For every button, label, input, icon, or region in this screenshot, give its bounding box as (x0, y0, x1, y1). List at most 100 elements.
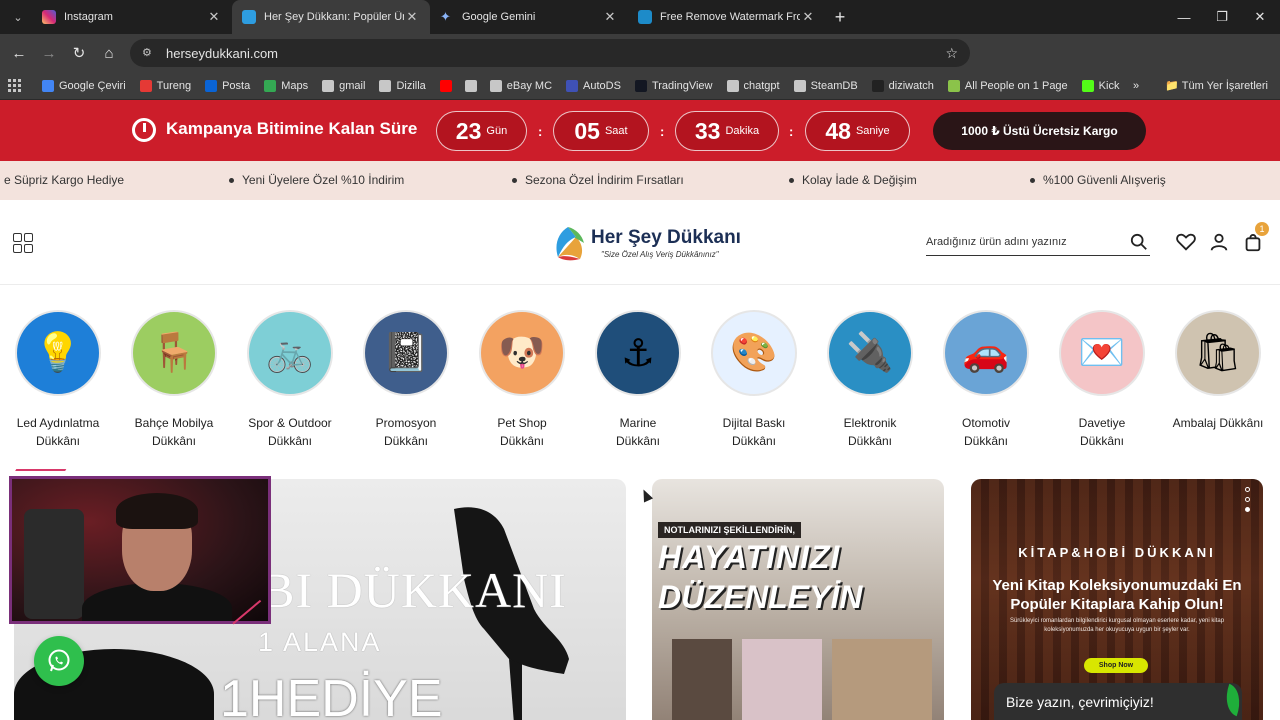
category-image[interactable]: 🛍 (1175, 310, 1261, 396)
tab-google-gemini[interactable]: ✦ Google Gemini ✕ (430, 0, 628, 34)
category-label[interactable]: Otomotiv Dükkânı (928, 414, 1044, 450)
bookmark-item[interactable]: AutoDS (566, 79, 621, 92)
countdown-seconds: 48 Saniye (805, 111, 910, 151)
category-label[interactable]: Marine Dükkânı (580, 414, 696, 450)
forward-button[interactable]: → (34, 45, 64, 62)
category-image[interactable]: 🚗 (943, 310, 1029, 396)
tab-instagram[interactable]: Instagram ✕ (32, 0, 232, 34)
bookmark-item[interactable]: Maps (264, 79, 308, 92)
bookmark-star-icon[interactable]: ☆ (945, 45, 958, 62)
slider-dots[interactable] (1245, 487, 1251, 517)
bookmark-item[interactable]: Dizilla (379, 79, 426, 92)
category-item[interactable]: 📓 Promosyon Dükkânı (348, 310, 464, 450)
tab-search-chevron-icon[interactable]: ⌄ (4, 5, 32, 29)
category-item[interactable]: 🎨 Dijital Baskı Dükkânı (696, 310, 812, 450)
bookmark-label: Kick (1098, 79, 1120, 92)
category-image[interactable]: 🐶 (479, 310, 565, 396)
category-label[interactable]: Led Aydınlatma Dükkânı (0, 414, 116, 450)
apps-grid-icon[interactable] (8, 78, 22, 93)
category-item[interactable]: 💡 Led Aydınlatma Dükkânı (0, 310, 116, 450)
free-shipping-badge[interactable]: 1000 ₺ Üstü Ücretsiz Kargo (933, 112, 1146, 150)
live-chat-widget[interactable]: Bize yazın, çevrimiçiyiz! (994, 683, 1242, 720)
category-icon: 💌 (1078, 332, 1126, 374)
category-image[interactable]: 💡 (15, 310, 101, 396)
browser-tab-bar: ⌄ Instagram ✕ Her Şey Dükkanı: Popüler Ü… (0, 0, 1280, 34)
category-image[interactable]: 🪑 (131, 310, 217, 396)
category-label[interactable]: Bahçe Mobilya Dükkânı (116, 414, 232, 450)
minimize-button[interactable]: — (1165, 0, 1203, 34)
category-item[interactable]: 🪑 Bahçe Mobilya Dükkânı (116, 310, 232, 450)
bookmark-item[interactable]: SteamDB (793, 79, 858, 92)
category-label[interactable]: Promosyon Dükkânı (348, 414, 464, 450)
whatsapp-button[interactable] (34, 636, 84, 686)
close-tab-icon[interactable]: ✕ (800, 9, 816, 25)
bookmark-item[interactable]: gmail (322, 79, 365, 92)
bookmark-item[interactable]: Posta (205, 79, 250, 92)
close-tab-icon[interactable]: ✕ (602, 9, 618, 25)
category-label[interactable]: Elektronik Dükkânı (812, 414, 928, 450)
category-image[interactable]: 📓 (363, 310, 449, 396)
category-label-line: Dijital Baskı (722, 416, 786, 430)
close-tab-icon[interactable]: ✕ (206, 9, 222, 25)
category-label-line: Dükkânı (731, 434, 777, 448)
site-info-icon[interactable]: ⚙ (142, 46, 156, 60)
user-icon[interactable] (1208, 231, 1230, 253)
all-bookmarks-button[interactable]: 📁 Tüm Yer İşaretleri (1165, 79, 1268, 92)
bookmark-item[interactable]: Kick (1081, 79, 1120, 92)
category-item[interactable]: 🐶 Pet Shop Dükkânı (464, 310, 580, 450)
promo-banner-stationery[interactable]: NOTLARINIZI ŞEKİLLENDİRİN, HAYATINIZI DÜ… (652, 479, 944, 720)
search-input[interactable] (926, 230, 1116, 254)
heart-icon[interactable] (1175, 231, 1197, 253)
logo-title[interactable]: Her Şey Dükkanı (591, 227, 741, 249)
address-bar[interactable]: ⚙ herseydukkani.com ☆ (130, 39, 970, 67)
new-tab-button[interactable]: + (826, 7, 854, 28)
category-label[interactable]: Spor & Outdoor Dükkânı (232, 414, 348, 450)
countdown-days: 23 Gün (436, 111, 527, 151)
more-bookmarks-chevron-icon[interactable]: » (1133, 80, 1139, 92)
site-header: Her Şey Dükkanı "Size Özel Alış Veriş Dü… (0, 200, 1280, 285)
bookmark-item[interactable]: All People on 1 Page (947, 79, 1068, 92)
category-item[interactable]: 🚗 Otomotiv Dükkânı (928, 310, 1044, 450)
bookmark-item[interactable]: Tureng (139, 79, 191, 92)
category-item[interactable]: 🔌 Elektronik Dükkânı (812, 310, 928, 450)
close-tab-icon[interactable]: ✕ (404, 9, 420, 25)
menu-grid-icon[interactable] (13, 233, 33, 253)
category-image[interactable]: 💌 (1059, 310, 1145, 396)
category-image[interactable]: 🎨 (711, 310, 797, 396)
category-label[interactable]: Davetiye Dükkânı (1044, 414, 1160, 450)
category-label-line: Spor & Outdoor (248, 416, 332, 430)
category-icon: 📓 (382, 332, 430, 374)
logo-icon[interactable] (548, 223, 588, 263)
category-image[interactable]: 🔌 (827, 310, 913, 396)
bookmark-item[interactable] (439, 79, 457, 92)
countdown-number: 33 (694, 117, 721, 144)
reload-button[interactable]: ↻ (64, 44, 94, 62)
category-label[interactable]: Ambalaj Dükkânı (1160, 414, 1276, 432)
category-item[interactable]: 💌 Davetiye Dükkânı (1044, 310, 1160, 450)
bookmark-item[interactable]: diziwatch (871, 79, 934, 92)
home-button[interactable]: ⌂ (94, 45, 124, 62)
bookmark-item[interactable]: eBay MC (489, 79, 552, 92)
tab-her-sey-dukkani[interactable]: Her Şey Dükkanı: Popüler Ürünler ✕ (232, 0, 430, 34)
bookmark-item[interactable] (464, 79, 482, 92)
web-page: Kampanya Bitimine Kalan Süre 23 Gün : 05… (0, 100, 1280, 720)
close-window-button[interactable]: ✕ (1241, 0, 1279, 34)
shop-now-button[interactable]: Shop Now (1084, 658, 1148, 673)
category-image[interactable]: ⚓ (595, 310, 681, 396)
category-label[interactable]: Dijital Baskı Dükkânı (696, 414, 812, 450)
ticker-item: e Süpriz Kargo Hediye (4, 173, 124, 187)
countdown-number: 48 (825, 117, 851, 144)
category-item[interactable]: ⚓ Marine Dükkânı (580, 310, 696, 450)
maximize-button[interactable]: ❐ (1203, 0, 1241, 34)
category-item[interactable]: 🚲 Spor & Outdoor Dükkânı (232, 310, 348, 450)
bookmark-item[interactable]: Google Çeviri (42, 79, 126, 92)
category-label-line: Led Aydınlatma (16, 416, 100, 430)
tab-remove-watermark[interactable]: Free Remove Watermark From Image ✕ (628, 0, 826, 34)
back-button[interactable]: ← (4, 45, 34, 62)
category-label[interactable]: Pet Shop Dükkânı (464, 414, 580, 450)
bookmark-item[interactable]: chatgpt (726, 79, 780, 92)
category-item[interactable]: 🛍 Ambalaj Dükkânı (1160, 310, 1276, 432)
bookmark-item[interactable]: TradingView (634, 79, 713, 92)
search-icon[interactable] (1130, 233, 1148, 251)
category-image[interactable]: 🚲 (247, 310, 333, 396)
